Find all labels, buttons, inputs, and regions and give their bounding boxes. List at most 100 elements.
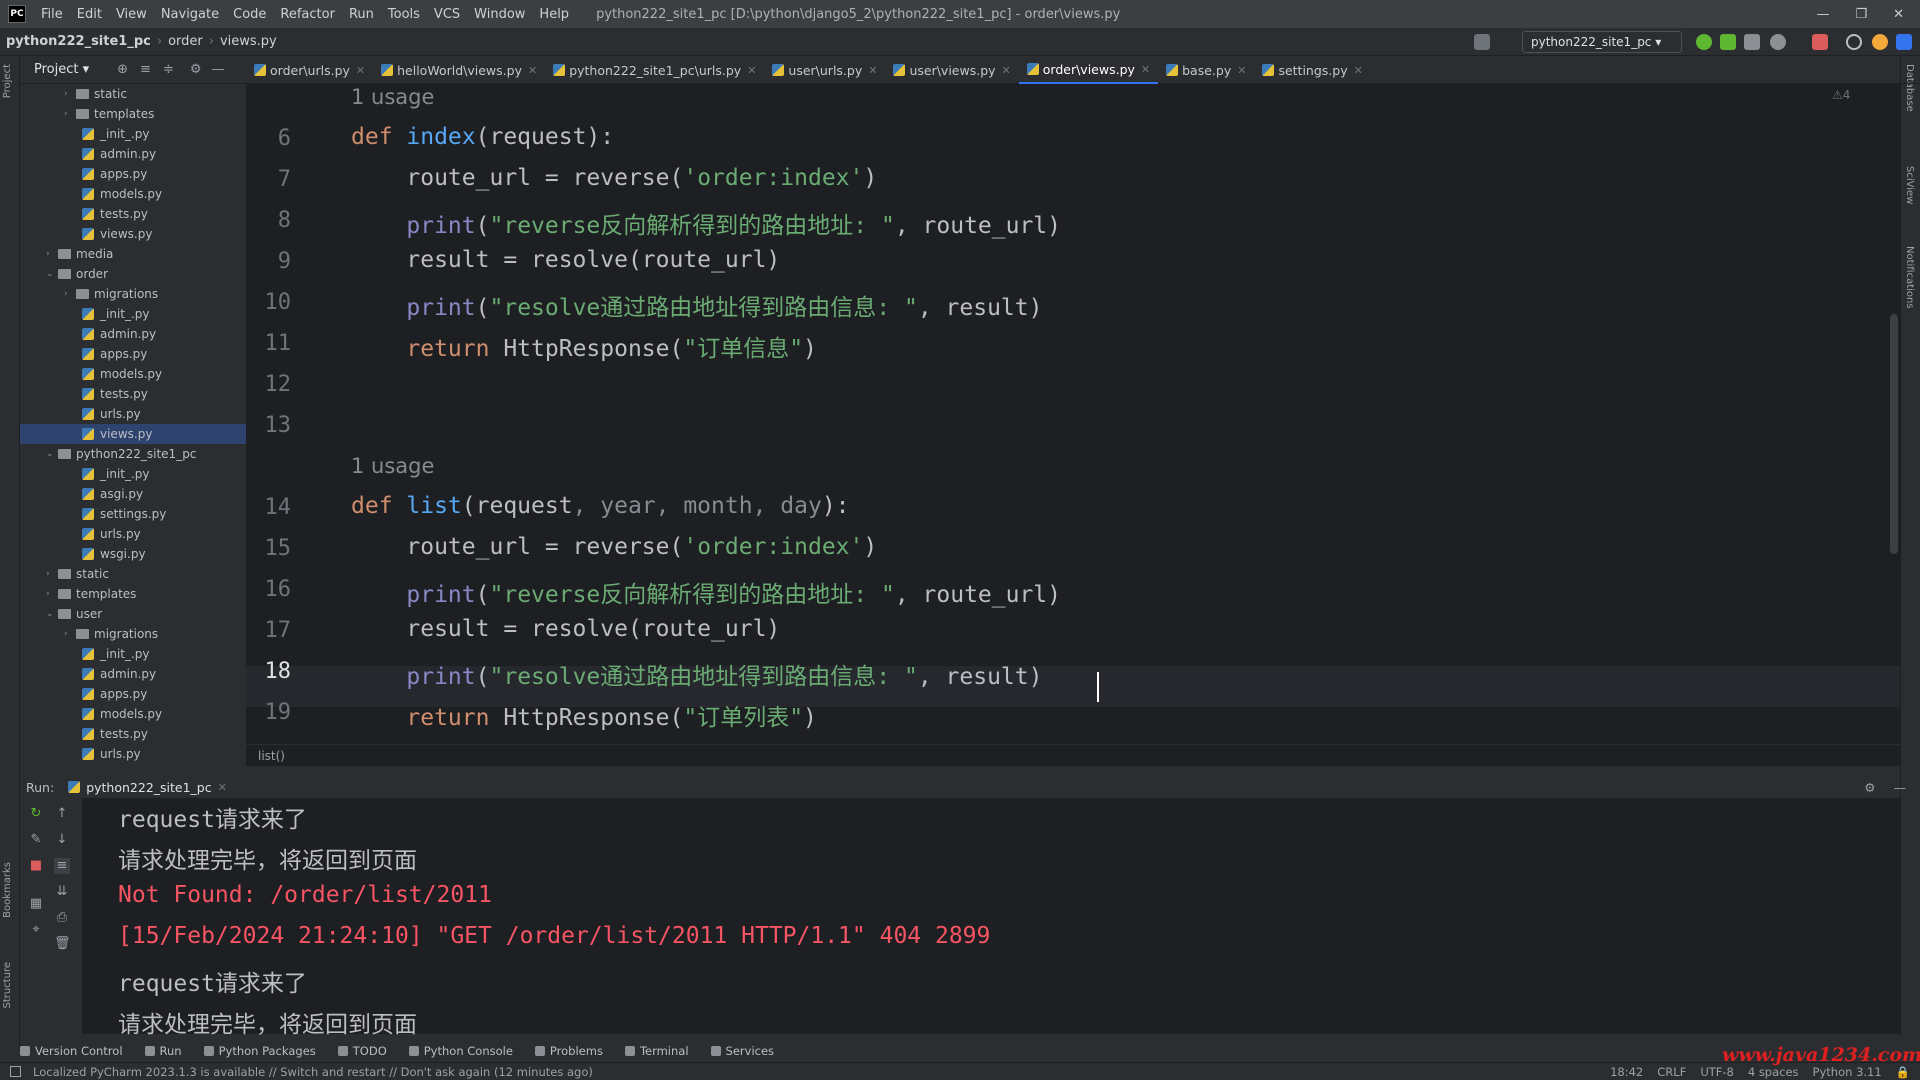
usage-hint[interactable]: 1 usage	[351, 85, 434, 109]
menu-item-file[interactable]: File	[34, 7, 70, 22]
tree-file[interactable]: views.py	[20, 224, 246, 244]
tree-folder[interactable]: › static	[20, 564, 246, 584]
usage-hint[interactable]: 1 usage	[351, 454, 434, 478]
tree-folder[interactable]: › migrations	[20, 284, 246, 304]
tree-file[interactable]: wsgi.py	[20, 544, 246, 564]
toolwindow-services[interactable]: Services	[710, 1044, 774, 1058]
tree-file[interactable]: urls.py	[20, 404, 246, 424]
close-icon[interactable]: ✕	[528, 64, 537, 77]
chevron-right-icon[interactable]: ›	[64, 89, 76, 99]
editor-tab[interactable]: base.py ✕	[1158, 56, 1254, 84]
collapse-all-icon[interactable]: ≑	[163, 62, 174, 77]
close-icon[interactable]: ✕	[1002, 64, 1011, 77]
chevron-right-icon[interactable]: ›	[46, 249, 58, 259]
vcs-user-icon[interactable]	[1474, 34, 1490, 50]
tree-file[interactable]: _init_.py	[20, 304, 246, 324]
hide-icon[interactable]: —	[1894, 780, 1907, 795]
tree-folder[interactable]: ⌄ python222_site1_pc	[20, 444, 246, 464]
tree-file[interactable]: admin.py	[20, 664, 246, 684]
layout-icon[interactable]	[10, 1066, 21, 1077]
editor-tab[interactable]: user\views.py ✕	[885, 56, 1018, 84]
tree-file[interactable]: admin.py	[20, 324, 246, 344]
toolwindow-python-packages[interactable]: Python Packages	[203, 1044, 316, 1058]
scroll-up-icon[interactable]: ↑	[54, 806, 70, 822]
sciview-tool-button[interactable]: SciView	[1904, 166, 1915, 204]
caret-position[interactable]: 18:42	[1610, 1065, 1643, 1079]
menu-item-view[interactable]: View	[109, 7, 154, 22]
menu-item-vcs[interactable]: VCS	[427, 7, 467, 22]
toolwindow-problems[interactable]: Problems	[534, 1044, 603, 1058]
notifications-tool-button[interactable]: Notifications	[1904, 246, 1915, 309]
expand-all-icon[interactable]: ≡	[140, 62, 151, 77]
soft-wrap-icon[interactable]: ≡	[54, 858, 70, 874]
chevron-down-icon[interactable]: ⌄	[46, 449, 58, 459]
tree-file[interactable]: admin.py	[20, 144, 246, 164]
close-icon[interactable]: ✕	[1893, 7, 1904, 22]
chevron-right-icon[interactable]: ›	[64, 289, 76, 299]
project-tool-button[interactable]: Project	[2, 64, 13, 98]
close-icon[interactable]: ✕	[356, 64, 365, 77]
rerun-icon[interactable]	[1696, 34, 1712, 50]
nav-folder[interactable]: order	[162, 34, 209, 49]
tree-file[interactable]: apps.py	[20, 344, 246, 364]
close-icon[interactable]: ✕	[747, 64, 756, 77]
locate-icon[interactable]: ⊕	[117, 62, 128, 77]
hide-icon[interactable]: —	[212, 62, 225, 77]
tree-file[interactable]: _init_.py	[20, 124, 246, 144]
tree-folder[interactable]: › templates	[20, 584, 246, 604]
menu-item-refactor[interactable]: Refactor	[273, 7, 342, 22]
tree-folder[interactable]: ⌄ order	[20, 264, 246, 284]
close-icon[interactable]: ✕	[1141, 63, 1150, 76]
updates-icon[interactable]	[1872, 34, 1888, 50]
coverage-icon[interactable]	[1744, 34, 1760, 50]
scroll-down-icon[interactable]: ↓	[54, 832, 70, 848]
scroll-to-end-icon[interactable]: ⇊	[54, 884, 70, 900]
tree-file[interactable]: _init_.py	[20, 464, 246, 484]
python-interpreter[interactable]: Python 3.11	[1813, 1065, 1882, 1079]
editor-tab[interactable]: settings.py ✕	[1254, 56, 1370, 84]
print-icon[interactable]: ⎙	[54, 910, 70, 926]
indent-setting[interactable]: 4 spaces	[1748, 1065, 1799, 1079]
file-encoding[interactable]: UTF-8	[1700, 1065, 1734, 1079]
chevron-right-icon[interactable]: ›	[46, 589, 58, 599]
tree-file[interactable]: tests.py	[20, 724, 246, 744]
menu-item-tools[interactable]: Tools	[381, 7, 427, 22]
status-message[interactable]: Localized PyCharm 2023.1.3 is available …	[33, 1065, 593, 1079]
line-separator[interactable]: CRLF	[1657, 1065, 1686, 1079]
toolwindow-python-console[interactable]: Python Console	[408, 1044, 513, 1058]
run-configuration-select[interactable]: python222_site1_pc ▾	[1522, 31, 1682, 53]
tree-folder[interactable]: ⌄ user	[20, 604, 246, 624]
toolwindow-terminal[interactable]: Terminal	[624, 1044, 689, 1058]
editor-tab[interactable]: order\urls.py ✕	[246, 56, 373, 84]
editor-tab[interactable]: helloWorld\views.py ✕	[373, 56, 545, 84]
nav-project[interactable]: python222_site1_pc	[0, 34, 157, 49]
menu-item-help[interactable]: Help	[532, 7, 576, 22]
tree-file[interactable]: models.py	[20, 704, 246, 724]
chevron-down-icon[interactable]: ⌄	[46, 609, 58, 619]
trash-icon[interactable]: 🗑	[54, 936, 71, 952]
gear-icon[interactable]: ⚙	[1864, 780, 1875, 795]
profile-icon[interactable]	[1770, 34, 1786, 50]
editor-tab[interactable]: order\views.py ✕	[1018, 56, 1159, 84]
inspection-warnings[interactable]: ⚠4	[1832, 88, 1850, 102]
editor-tab[interactable]: user\urls.py ✕	[764, 56, 885, 84]
tree-file[interactable]: tests.py	[20, 384, 246, 404]
close-icon[interactable]: ✕	[1354, 64, 1363, 77]
tree-file[interactable]: views.py	[20, 424, 246, 444]
menu-item-navigate[interactable]: Navigate	[154, 7, 226, 22]
project-panel-title[interactable]: Project ▾	[34, 62, 89, 77]
run-tab[interactable]: python222_site1_pc	[86, 780, 211, 795]
tree-file[interactable]: urls.py	[20, 744, 246, 764]
code-editor[interactable]: 6 7 8 9 10 11 12 13 14 15 16 17 18 19 1 usage def inde…	[246, 84, 1900, 744]
search-icon[interactable]	[1846, 34, 1862, 50]
menu-item-code[interactable]: Code	[226, 7, 273, 22]
chevron-right-icon[interactable]: ›	[64, 629, 76, 639]
menu-item-window[interactable]: Window	[467, 7, 532, 22]
menu-item-run[interactable]: Run	[342, 7, 381, 22]
rerun-icon[interactable]: ↻	[28, 806, 44, 822]
tree-folder[interactable]: › migrations	[20, 624, 246, 644]
chevron-down-icon[interactable]: ⌄	[46, 269, 58, 279]
close-icon[interactable]: ✕	[218, 781, 227, 794]
tree-file[interactable]: asgi.py	[20, 484, 246, 504]
chevron-right-icon[interactable]: ›	[46, 569, 58, 579]
